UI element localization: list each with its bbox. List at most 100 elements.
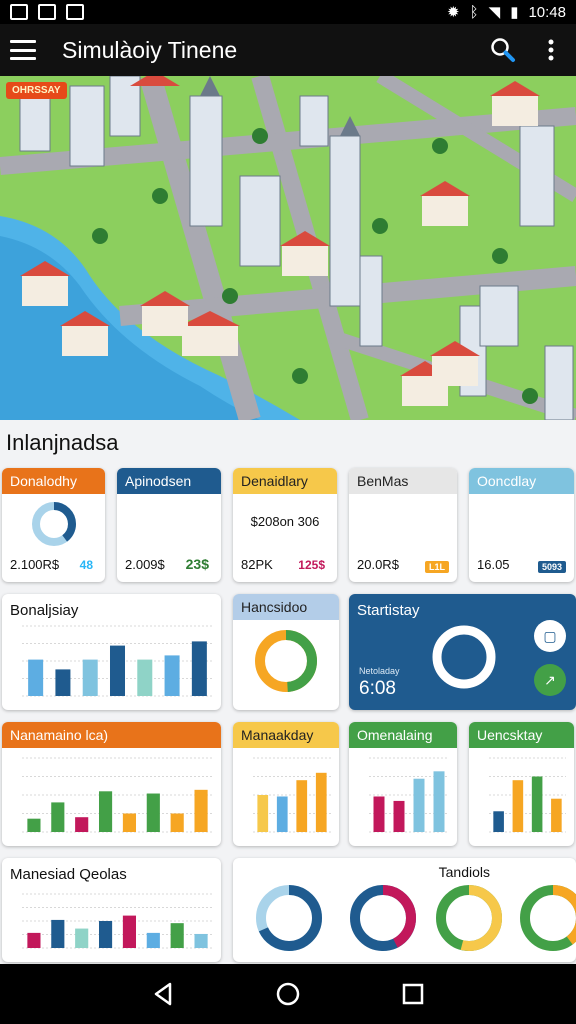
battery-icon: ▮ [510, 4, 519, 21]
bar [393, 800, 405, 832]
donut-card-1[interactable]: Hancsidoo [233, 594, 339, 710]
bar [146, 932, 160, 948]
donut-chart-c [436, 885, 502, 951]
bar [55, 669, 71, 696]
recents-icon[interactable] [400, 981, 426, 1007]
share-icon[interactable]: ↗ [534, 664, 566, 696]
statistics-card[interactable]: Startistay Netoladay 6:08 ▢ ↗ [349, 594, 576, 710]
bar [51, 919, 65, 948]
bar [315, 772, 327, 832]
bar-chart [489, 757, 566, 833]
stat-mid-value: $208on 306 [250, 514, 320, 529]
stat-value: 82PK [241, 557, 273, 572]
notification-icon [10, 4, 28, 20]
more-vert-icon[interactable] [536, 35, 566, 65]
app-title: Simulàoiy Tinene [62, 36, 238, 63]
bar-chart [22, 893, 213, 949]
stat-card-1[interactable]: Donalodhy 2.100R$ 48 [2, 468, 105, 582]
stat-card-title: Donalodhy [2, 468, 105, 494]
clock: 10:48 [528, 3, 566, 21]
bar-card-1[interactable]: Bonaljsiay [2, 594, 221, 710]
bar [51, 802, 65, 832]
stat-card-3[interactable]: Denaidlary $208on 306 82PK 125$ [233, 468, 337, 582]
bar [75, 928, 89, 948]
hero-tag: OHRSSAY [6, 82, 67, 99]
bar [170, 813, 184, 832]
stat-card-title: Denaidlary [233, 468, 337, 494]
stat-value: 2.009$ [125, 557, 165, 572]
bar [257, 795, 269, 832]
bar-card-2[interactable]: Nanamaino lca) [2, 722, 221, 846]
donuts-card[interactable]: Tandiols [233, 858, 576, 962]
bar [531, 776, 543, 832]
donut-chart-b [350, 885, 416, 951]
stat-value: 16.05 [477, 557, 510, 572]
bar [512, 780, 524, 832]
stats-label: Netoladay [359, 666, 400, 676]
bar [194, 933, 208, 948]
stat-chip: 23$ [185, 556, 209, 572]
gear-icon: ✹ [447, 4, 460, 21]
bar [170, 923, 184, 948]
message-icon [66, 4, 84, 20]
card-title: Uencsktay [469, 722, 574, 748]
card-title: Omenalaing [349, 722, 457, 748]
app-bar: Simulàoiy Tinene [0, 24, 576, 76]
bluetooth-icon: ᛒ [469, 3, 479, 21]
stat-card-title: BenMas [349, 468, 457, 494]
section-title: Inlanjnadsa [6, 430, 119, 455]
stat-value: 2.100R$ [10, 557, 60, 572]
card-title: Manaakday [233, 722, 339, 748]
bar [82, 659, 98, 696]
donut-chart-a [256, 885, 322, 951]
system-nav-bar [0, 964, 576, 1024]
card-title: Hancsidoo [233, 594, 339, 620]
ring-chart [432, 625, 496, 689]
gallery-icon [38, 4, 56, 20]
city-illustration: OHRSSAY [0, 76, 576, 420]
stat-card-4[interactable]: BenMas 20.0R$ L1L [349, 468, 457, 582]
bar [75, 817, 89, 832]
bar-card-6[interactable]: Manesiad Qeolas [2, 858, 221, 962]
bar [28, 659, 44, 696]
donut-chart-d [520, 885, 576, 951]
stat-value: 20.0R$ [357, 557, 399, 572]
back-icon[interactable] [150, 981, 176, 1007]
bar [146, 793, 160, 832]
stat-card-2[interactable]: Apinodsen 2.009$ 23$ [117, 468, 221, 582]
card-title: Manesiad Qeolas [10, 866, 127, 883]
city-map-image [0, 76, 576, 420]
donut-chart [255, 630, 317, 692]
wifi-icon: ◥ [488, 4, 501, 21]
menu-icon[interactable] [10, 40, 36, 60]
bar-card-3[interactable]: Manaakday [233, 722, 339, 846]
bar [137, 659, 153, 696]
bar-card-4[interactable]: Omenalaing [349, 722, 457, 846]
card-title: Nanamaino lca) [2, 722, 221, 748]
bar-chart [22, 625, 213, 697]
bar [122, 915, 137, 948]
bar [27, 818, 41, 832]
bar-card-5[interactable]: Uencsktay [469, 722, 574, 846]
bar [493, 811, 504, 832]
bar [122, 813, 137, 832]
stat-card-title: Apinodsen [117, 468, 221, 494]
bar [98, 921, 113, 948]
bar [296, 780, 308, 832]
bar [373, 796, 385, 832]
status-bar: ✹ ᛒ ◥ ▮ 10:48 [0, 0, 576, 24]
stats-value: 6:08 [359, 678, 396, 699]
search-icon[interactable] [488, 35, 518, 65]
mini-donut [32, 502, 76, 546]
clipboard-icon[interactable]: ▢ [534, 620, 566, 652]
bar [27, 932, 41, 948]
stat-card-5[interactable]: Ooncdlay 16.05 5093 [469, 468, 574, 582]
bar [433, 771, 445, 832]
bar [98, 791, 113, 832]
home-icon[interactable] [275, 981, 301, 1007]
stat-chip: L1L [424, 561, 449, 573]
stat-card-title: Ooncdlay [469, 468, 574, 494]
stat-chip: 48 [79, 558, 93, 572]
stat-chip: 5093 [537, 561, 566, 573]
bar-chart [22, 757, 213, 833]
